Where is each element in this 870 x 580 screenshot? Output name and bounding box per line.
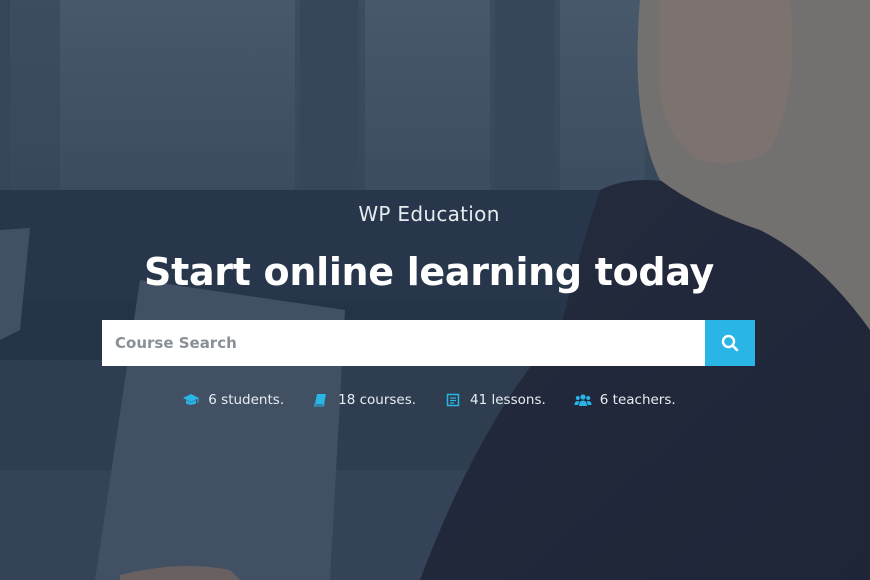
search-button[interactable] <box>705 320 755 366</box>
stat-students-label: 6 students. <box>208 392 285 408</box>
lesson-list-icon <box>444 393 462 407</box>
stat-courses-label: 18 courses. <box>338 392 417 408</box>
course-search-input[interactable] <box>102 320 705 366</box>
graduation-cap-icon <box>182 393 200 407</box>
hero-headline: Start online learning today <box>144 250 714 294</box>
stat-lessons: 41 lessons. <box>444 392 546 408</box>
stat-students: 6 students. <box>182 392 284 408</box>
site-title: WP Education <box>358 202 500 226</box>
hero-banner: WP Education Start online learning today <box>0 0 870 580</box>
site-stats: 6 students. 18 courses. 41 lessons. 6 te… <box>0 392 858 408</box>
stat-teachers: 6 teachers. <box>574 392 676 408</box>
book-icon <box>312 393 330 407</box>
stat-teachers-label: 6 teachers. <box>599 392 676 408</box>
hero-content: WP Education Start online learning today <box>0 0 870 580</box>
users-icon <box>574 393 592 407</box>
stat-courses: 18 courses. <box>312 392 416 408</box>
stat-lessons-label: 41 lessons. <box>470 392 546 408</box>
search-icon <box>721 334 739 352</box>
course-search-form <box>102 320 755 366</box>
